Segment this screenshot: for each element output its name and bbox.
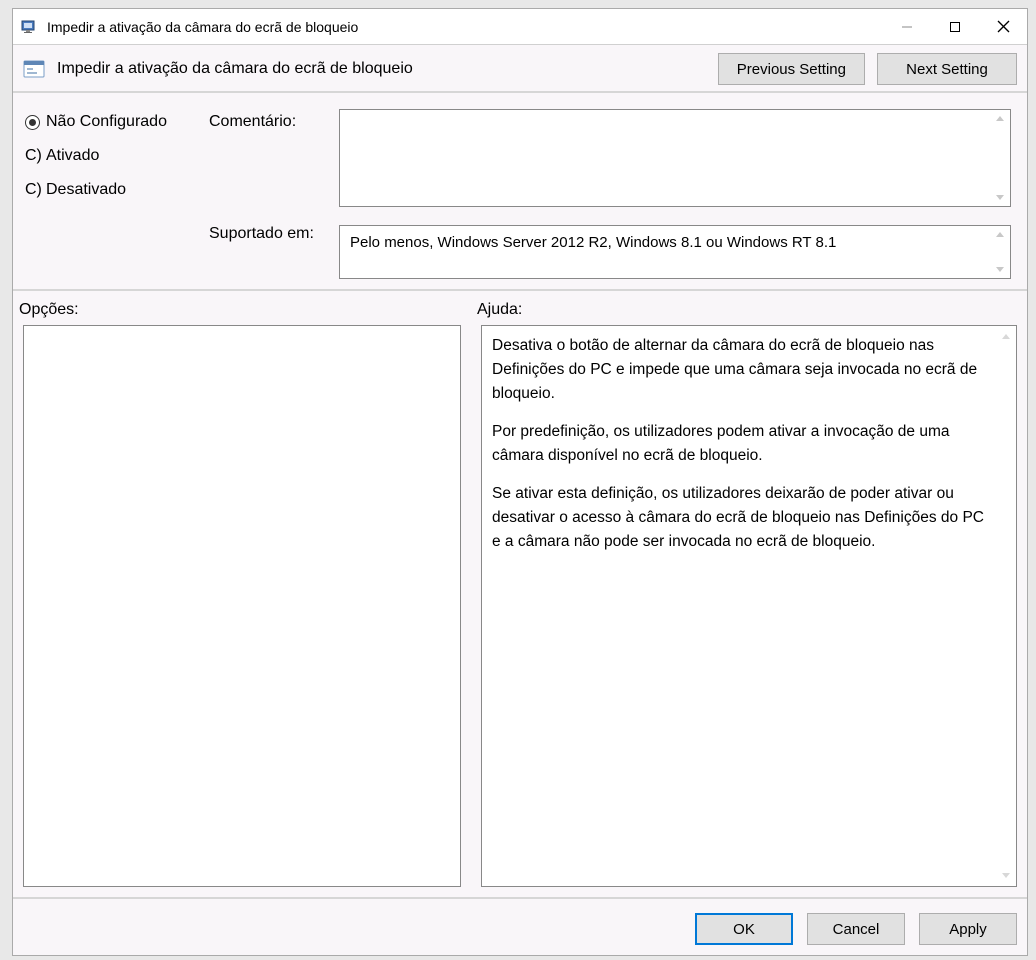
- pane-labels: Opções: Ajuda:: [13, 291, 1027, 325]
- group-policy-setting-dialog: Impedir a ativação da câmara do ecrã de …: [12, 8, 1028, 956]
- minimize-button[interactable]: [883, 9, 931, 45]
- close-button[interactable]: [979, 9, 1027, 45]
- help-label: Ajuda:: [477, 301, 1021, 319]
- panes: Desativa o botão de alternar da câmara d…: [13, 325, 1027, 897]
- maximize-button[interactable]: [931, 9, 979, 45]
- previous-setting-button[interactable]: Previous Setting: [718, 53, 865, 85]
- scroll-indicator: [999, 332, 1013, 880]
- config-area: Não Configurado C) Ativado C) Desativado…: [13, 93, 1027, 291]
- help-paragraph: Desativa o botão de alternar da câmara d…: [492, 334, 994, 406]
- radio-prefix: C): [25, 147, 40, 165]
- help-paragraph: Se ativar esta definição, os utilizadore…: [492, 482, 994, 554]
- comment-textbox[interactable]: [339, 109, 1011, 207]
- titlebar: Impedir a ativação da câmara do ecrã de …: [13, 9, 1027, 45]
- supported-label: Suportado em:: [209, 221, 339, 243]
- radio-label: Não Configurado: [46, 113, 167, 131]
- comment-value: [340, 110, 1010, 124]
- scroll-indicator: [992, 230, 1008, 274]
- supported-value: Pelo menos, Windows Server 2012 R2, Wind…: [340, 226, 1010, 257]
- state-radio-group: Não Configurado C) Ativado C) Desativado: [19, 109, 209, 215]
- radio-disabled[interactable]: C) Desativado: [25, 181, 209, 199]
- comment-label: Comentário:: [209, 109, 339, 131]
- policy-header: Impedir a ativação da câmara do ecrã de …: [13, 45, 1027, 93]
- window-controls: [883, 9, 1027, 45]
- help-pane: Desativa o botão de alternar da câmara d…: [481, 325, 1017, 887]
- next-setting-button[interactable]: Next Setting: [877, 53, 1017, 85]
- supported-textbox: Pelo menos, Windows Server 2012 R2, Wind…: [339, 225, 1011, 279]
- app-icon: [21, 18, 39, 36]
- dialog-content: Impedir a ativação da câmara do ecrã de …: [13, 45, 1027, 955]
- radio-enabled[interactable]: C) Ativado: [25, 147, 209, 165]
- cancel-button[interactable]: Cancel: [807, 913, 905, 945]
- options-pane: [23, 325, 461, 887]
- apply-button[interactable]: Apply: [919, 913, 1017, 945]
- radio-icon: [25, 115, 40, 130]
- help-paragraph: Por predefinição, os utilizadores podem …: [492, 420, 994, 468]
- policy-icon: [23, 58, 45, 80]
- window-title: Impedir a ativação da câmara do ecrã de …: [47, 19, 883, 35]
- radio-prefix: C): [25, 181, 40, 199]
- radio-not-configured[interactable]: Não Configurado: [25, 113, 209, 131]
- scroll-indicator: [992, 114, 1008, 202]
- dialog-buttons: OK Cancel Apply: [13, 897, 1027, 955]
- policy-title: Impedir a ativação da câmara do ecrã de …: [57, 60, 413, 78]
- ok-button[interactable]: OK: [695, 913, 793, 945]
- options-label: Opções:: [19, 301, 477, 319]
- radio-label: Ativado: [46, 147, 99, 165]
- radio-label: Desativado: [46, 181, 126, 199]
